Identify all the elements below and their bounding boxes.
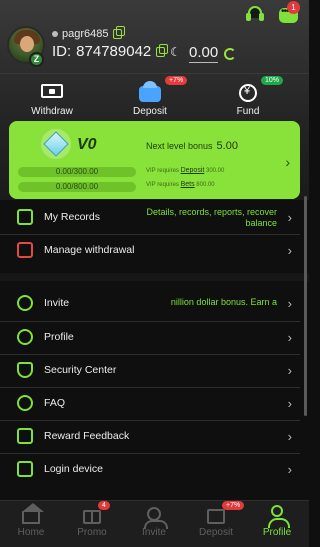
copy-username-icon[interactable] (112, 26, 125, 39)
deposit-icon (139, 81, 161, 102)
deposit-requirement: VIP requires Deposit 300.00 (146, 167, 224, 174)
menu-item-security-center[interactable]: Security Center › (0, 355, 309, 387)
next-level-label: Next level bonus (146, 141, 213, 151)
tab-label: Deposit (199, 527, 233, 538)
menu-label: Reward Feedback (44, 430, 130, 442)
vip-level: V0 (77, 136, 97, 153)
req-prefix-2: VIP requires (146, 182, 179, 188)
scrollbar[interactable] (304, 196, 307, 416)
tab-label: Promo (77, 527, 107, 538)
chevron-right-icon: › (287, 462, 292, 477)
chevron-right-icon: › (287, 296, 292, 311)
promo-badge: 4 (98, 501, 110, 510)
menu-item-profile[interactable]: Profile › (0, 322, 309, 354)
balance-row: 0.00 (170, 44, 237, 63)
section-divider (0, 273, 309, 281)
menu-label: Invite (44, 297, 70, 309)
fund-bonus-badge: 10% (261, 76, 284, 85)
chevron-right-icon: › (287, 330, 292, 345)
tab-promo[interactable]: 4 Promo (64, 501, 120, 538)
chevron-right-icon: › (287, 429, 292, 444)
next-level-value: 5.00 (216, 140, 238, 152)
online-dot-icon (52, 31, 58, 37)
chevron-right-icon: › (287, 363, 292, 378)
vip-card[interactable]: V0 Next level bonus 5.00 0.00/300.00 0.00… (9, 121, 300, 199)
menu-item-invite[interactable]: Invite nillion dollar bonus. Earn a › (0, 288, 309, 320)
menu-hint: Details, records, reports, recover balan… (146, 207, 277, 228)
person-icon (268, 505, 290, 528)
fund-button[interactable]: 10% Fund (213, 76, 284, 117)
menu-label: Security Center (44, 364, 117, 376)
tab-label: Home (17, 527, 45, 538)
tab-home[interactable]: Home (3, 503, 59, 538)
deposit-button[interactable]: +7% Deposit (115, 76, 188, 117)
menu-item-manage-withdrawal[interactable]: Manage withdrawal › (0, 235, 309, 267)
message-badge: 1 (287, 1, 300, 14)
deposit-label: Deposit (133, 106, 167, 117)
chevron-right-icon: › (287, 396, 292, 411)
vip-chevron-right-icon: › (285, 154, 290, 170)
home-icon (22, 503, 44, 524)
question-icon (17, 395, 33, 411)
menu-label: Profile (44, 331, 74, 343)
username-row: pagr6485 (52, 26, 125, 40)
menu-label: Manage withdrawal (44, 244, 135, 256)
tab-label: Profile (262, 527, 292, 538)
pakistan-flag-icon (170, 45, 183, 59)
tab-profile[interactable]: Profile (249, 505, 305, 538)
fund-icon (239, 84, 257, 102)
shield-icon (17, 362, 33, 378)
menu-item-login-device[interactable]: Login device › (0, 454, 309, 486)
bets-progress-bar: 0.00/800.00 (18, 182, 136, 192)
records-icon (17, 209, 33, 225)
wallet-icon (207, 509, 225, 524)
copy-id-icon[interactable] (156, 43, 169, 57)
tab-invite[interactable]: Invite (126, 505, 182, 538)
user-id-label: ID: (52, 43, 72, 60)
bottom-tab-bar: Home 4 Promo Invite +7% Deposit Profile (0, 500, 309, 547)
wallet-icon (41, 84, 63, 98)
customer-service-icon[interactable] (246, 6, 264, 22)
refresh-balance-icon[interactable] (224, 47, 237, 60)
req-bets-value: 800.00 (196, 182, 215, 188)
next-level-bonus: Next level bonus 5.00 (146, 140, 238, 152)
menu-item-reward-feedback[interactable]: Reward Feedback › (0, 421, 309, 453)
deposit-progress-bar: 0.00/300.00 (18, 167, 136, 177)
menu-item-my-records[interactable]: My Records Details, records, reports, re… (0, 202, 309, 234)
header-divider (0, 73, 309, 74)
people-icon (144, 507, 168, 529)
tab-deposit[interactable]: +7% Deposit (188, 501, 245, 538)
deposit-bonus-badge: +7% (165, 76, 188, 85)
menu-item-faq[interactable]: FAQ › (0, 388, 309, 420)
edit-icon (17, 428, 33, 444)
menu-label: FAQ (44, 397, 66, 409)
monitor-icon (17, 461, 33, 477)
bets-requirement: VIP requires Bets 800.00 (146, 181, 215, 188)
deposit-link[interactable]: Deposit (181, 167, 205, 174)
chevron-right-icon: › (287, 243, 292, 258)
menu-hint: nillion dollar bonus. Earn a (170, 297, 277, 307)
req-prefix-1: VIP requires (146, 168, 179, 174)
profile-icon (17, 329, 33, 345)
user-id-value: 874789042 (76, 43, 152, 60)
user-id-row: ID: 874789042 (52, 43, 169, 60)
avatar-face (20, 36, 34, 52)
balance-value: 0.00 (189, 44, 219, 63)
deposit-tab-badge: +7% (222, 501, 245, 510)
chevron-right-icon: › (287, 210, 292, 225)
gift-icon (83, 510, 101, 524)
menu-label: Login device (44, 463, 103, 475)
fund-label: Fund (236, 106, 260, 117)
withdrawal-manage-icon (17, 242, 33, 258)
req-deposit-value: 300.00 (205, 168, 225, 174)
bets-link[interactable]: Bets (181, 181, 195, 188)
username: pagr6485 (62, 28, 109, 40)
withdraw-button[interactable]: Withdraw (17, 80, 87, 117)
vip-level-badge-icon: Z (29, 52, 44, 67)
invite-icon (17, 295, 33, 311)
menu-label: My Records (44, 211, 101, 223)
withdraw-label: Withdraw (31, 106, 73, 117)
